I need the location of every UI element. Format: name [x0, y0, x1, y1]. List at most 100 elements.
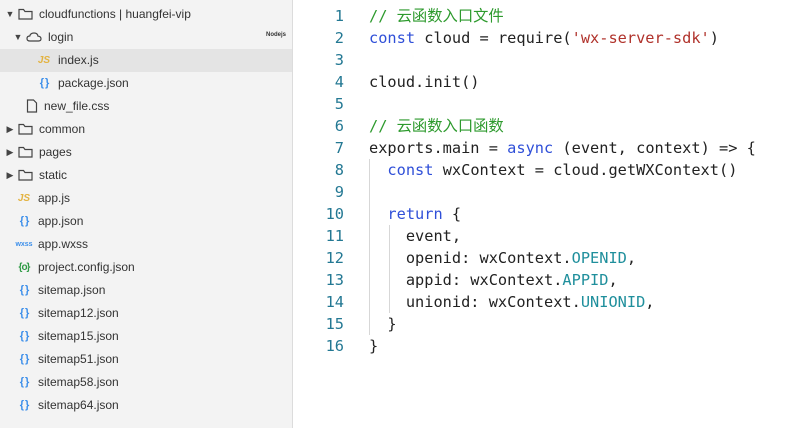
- code-token: return: [387, 205, 443, 223]
- code-text: event,: [369, 225, 461, 247]
- tree-item[interactable]: { } sitemap12.json: [0, 302, 292, 325]
- code-text: const wxContext = cloud.getWXContext(): [369, 159, 737, 181]
- code-token: cloud.init(): [369, 73, 480, 91]
- line-number: 15: [325, 315, 344, 333]
- code-text: }: [369, 335, 378, 357]
- folder-icon: [18, 169, 33, 181]
- js-icon: JS: [37, 54, 51, 66]
- code-line[interactable]: 3: [294, 49, 808, 71]
- json-icon: { }: [39, 77, 50, 89]
- tree-item[interactable]: { } sitemap.json: [0, 279, 292, 302]
- json-icon: { }: [19, 330, 30, 342]
- code-line[interactable]: 4 cloud.init(): [294, 71, 808, 93]
- tree-item-label: new_file.css: [44, 99, 110, 113]
- tree-item[interactable]: { } sitemap58.json: [0, 371, 292, 394]
- code-line[interactable]: 2 const cloud = require('wx-server-sdk'): [294, 27, 808, 49]
- tree-item[interactable]: ▶ static: [0, 164, 292, 187]
- code-line[interactable]: 8 const wxContext = cloud.getWXContext(): [294, 159, 808, 181]
- code-token: const: [369, 29, 416, 47]
- code-line[interactable]: 9: [294, 181, 808, 203]
- code-line[interactable]: 5: [294, 93, 808, 115]
- code-line[interactable]: 6 // 云函数入口函数: [294, 115, 808, 137]
- line-number: 5: [334, 95, 344, 113]
- code-token: cloud = require(: [415, 29, 572, 47]
- tree-item-label: project.config.json: [38, 260, 135, 274]
- tree-item-label: login: [48, 30, 74, 44]
- tree-item[interactable]: wxss app.wxss: [0, 233, 292, 256]
- tree-item[interactable]: { } package.json: [0, 72, 292, 95]
- chevron-down-icon[interactable]: ▼: [5, 9, 15, 19]
- json-icon: { }: [19, 307, 30, 319]
- chevron-right-icon[interactable]: ▶: [5, 170, 15, 181]
- json-icon: { }: [19, 353, 30, 365]
- code-line[interactable]: 11 event,: [294, 225, 808, 247]
- tree-item[interactable]: JS index.js: [0, 48, 292, 72]
- code-token: ): [709, 29, 719, 47]
- line-number: 14: [325, 293, 344, 311]
- tree-item[interactable]: ▼ cloudfunctions | huangfei-vip: [0, 3, 292, 26]
- json-icon: { }: [19, 399, 30, 411]
- code-token: async: [507, 139, 554, 157]
- line-number: 11: [325, 227, 344, 245]
- tree-item[interactable]: ▶ pages: [0, 141, 292, 164]
- tree-item-label: sitemap12.json: [38, 306, 119, 320]
- code-token: ,: [626, 249, 637, 267]
- code-text: exports.main = async (event, context) =>…: [369, 137, 756, 159]
- code-text: }: [369, 313, 396, 335]
- tree-item[interactable]: { } app.json: [0, 210, 292, 233]
- js-icon: JS: [17, 192, 31, 204]
- tree-item[interactable]: ▶ common: [0, 118, 292, 141]
- code-token: appid: wxContext.: [369, 271, 563, 289]
- tree-item-label: sitemap58.json: [38, 375, 119, 389]
- line-number: 1: [334, 7, 344, 25]
- code-editor[interactable]: 1 // 云函数入口文件 2 const cloud = require('wx-se…: [294, 0, 808, 428]
- wxss-icon: wxss: [15, 240, 33, 248]
- code-line[interactable]: 15 }: [294, 313, 808, 335]
- code-text: unionid: wxContext.UNIONID,: [369, 291, 655, 313]
- code-text: appid: wxContext.APPID,: [369, 269, 618, 291]
- tree-item-label: pages: [39, 145, 72, 159]
- code-token: 'wx-server-sdk': [571, 29, 710, 47]
- tree-item[interactable]: { } sitemap15.json: [0, 325, 292, 348]
- code-token: const: [387, 161, 434, 179]
- code-token: UNIONID: [580, 293, 646, 311]
- tree-item[interactable]: {o} project.config.json: [0, 256, 292, 279]
- line-number: 16: [325, 337, 344, 355]
- chevron-right-icon[interactable]: ▶: [5, 124, 15, 135]
- code-line[interactable]: 13 appid: wxContext.APPID,: [294, 269, 808, 291]
- code-line[interactable]: 12 openid: wxContext.OPENID,: [294, 247, 808, 269]
- code-token: (event, context) => {: [553, 139, 756, 157]
- tree-item[interactable]: new_file.css: [0, 95, 292, 118]
- tree-item-label: cloudfunctions | huangfei-vip: [39, 7, 191, 21]
- tree-item[interactable]: JS app.js: [0, 187, 292, 210]
- line-number: 2: [334, 29, 344, 47]
- code-line[interactable]: 1 // 云函数入口文件: [294, 5, 808, 27]
- code-line[interactable]: 16}: [294, 335, 808, 357]
- code-line[interactable]: 7 exports.main = async (event, context) =…: [294, 137, 808, 159]
- tree-item-label: app.json: [38, 214, 84, 228]
- code-line[interactable]: 10 return {: [294, 203, 808, 225]
- code-line[interactable]: 14 unionid: wxContext.UNIONID,: [294, 291, 808, 313]
- code-text: // 云函数入口函数: [369, 115, 504, 137]
- nodejs-badge: Nodejs: [266, 31, 287, 38]
- json-icon: { }: [19, 284, 30, 296]
- tree-item-label: sitemap.json: [38, 283, 106, 297]
- line-number: 13: [325, 271, 344, 289]
- tree-item[interactable]: ▼ login Nodejs: [0, 26, 292, 49]
- line-number: 10: [325, 205, 344, 223]
- chevron-right-icon[interactable]: ▶: [5, 147, 15, 158]
- tree-item-label: app.js: [38, 191, 71, 205]
- tree-item[interactable]: { } sitemap64.json: [0, 394, 292, 417]
- folder-open-icon: [18, 8, 33, 20]
- tree-item-label: sitemap15.json: [38, 329, 119, 343]
- chevron-down-icon[interactable]: ▼: [13, 32, 23, 42]
- code-text: cloud.init(): [369, 71, 480, 93]
- tree-item[interactable]: { } sitemap51.json: [0, 348, 292, 371]
- json-icon: { }: [19, 376, 30, 388]
- line-number: 9: [334, 183, 344, 201]
- line-number: 12: [325, 249, 344, 267]
- code-token: wxContext = cloud.getWXContext(): [433, 161, 738, 179]
- file-explorer: ▼ cloudfunctions | huangfei-vip ▼ login Node…: [0, 0, 293, 428]
